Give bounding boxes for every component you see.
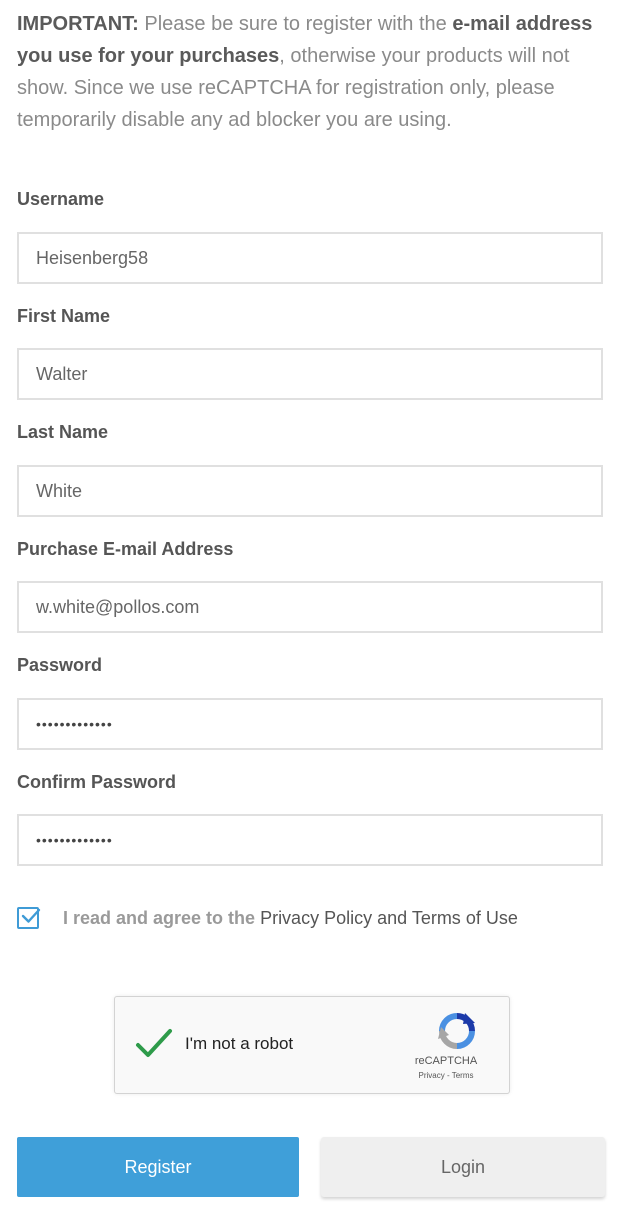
notice-text-1: Please be sure to register with the <box>138 13 453 35</box>
agree-checkbox[interactable] <box>17 907 41 929</box>
checkmark-icon <box>21 908 41 923</box>
recaptcha-widget: I'm not a robot reCAPTCHA Privacy - Term… <box>114 996 510 1094</box>
terms-of-use-link[interactable]: Terms of Use <box>412 908 518 928</box>
agree-text: I read and agree to the Privacy Policy a… <box>63 908 518 929</box>
confirm-password-input[interactable] <box>17 814 603 866</box>
agree-and: and <box>372 907 412 928</box>
username-input[interactable] <box>17 232 603 284</box>
email-input[interactable] <box>17 581 603 633</box>
login-button[interactable]: Login <box>321 1137 605 1197</box>
first-name-input[interactable] <box>17 348 603 400</box>
username-label: Username <box>17 189 105 209</box>
recaptcha-brand-name: reCAPTCHA <box>414 1055 478 1067</box>
recaptcha-brand: reCAPTCHA Privacy - Terms <box>115 1055 509 1080</box>
important-notice: IMPORTANT: Please be sure to register wi… <box>17 8 607 136</box>
recaptcha-privacy-terms-link[interactable]: Privacy - Terms <box>401 1071 491 1080</box>
password-label: Password <box>17 655 103 675</box>
agree-prefix: I read and agree to the <box>63 907 261 928</box>
confirm-password-label: Confirm Password <box>17 772 177 792</box>
email-label: Purchase E-mail Address <box>17 539 234 559</box>
agree-row: I read and agree to the Privacy Policy a… <box>17 907 518 929</box>
last-name-label: Last Name <box>17 422 109 442</box>
notice-important-label: IMPORTANT: <box>17 13 139 35</box>
last-name-input[interactable] <box>17 465 603 517</box>
first-name-label: First Name <box>17 306 111 326</box>
password-input[interactable] <box>17 698 603 750</box>
privacy-policy-link[interactable]: Privacy Policy <box>260 908 372 928</box>
register-button[interactable]: Register <box>17 1137 299 1197</box>
recaptcha-label: I'm not a robot <box>185 1034 294 1053</box>
recaptcha-logo-icon <box>438 1013 475 1049</box>
